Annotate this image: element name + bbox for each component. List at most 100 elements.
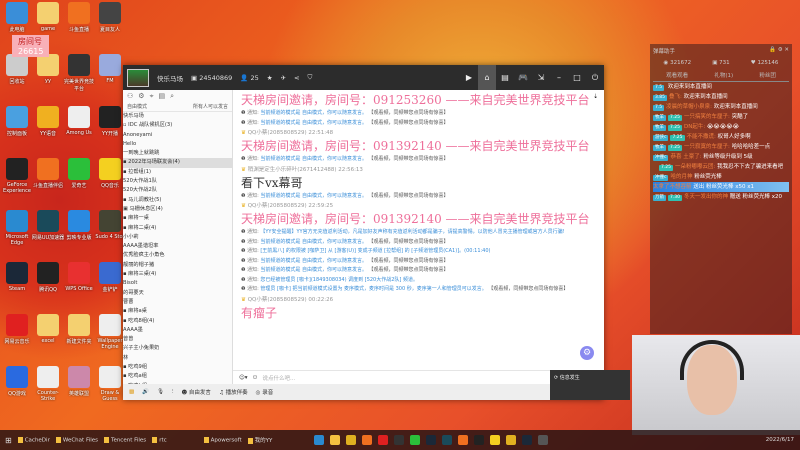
desktop-icon[interactable]: 剪映专业版 (62, 210, 96, 241)
channel-tree-item[interactable]: 林 (123, 354, 232, 363)
channel-tree-item[interactable]: 520大作战2队 (123, 186, 232, 195)
channel-tree-item[interactable]: 优秀脸疯主小角色 (123, 251, 232, 260)
record-button[interactable]: ◎ 录音 (256, 388, 274, 396)
translate-icon[interactable]: ⚇ (253, 375, 258, 381)
channel-tree-item[interactable]: 的哥要天 (123, 289, 232, 298)
panel-controls[interactable]: 🔒 ⚙ ✕ (769, 47, 789, 55)
desktop-icon[interactable]: Sudo 4 Stor (93, 210, 127, 240)
share-icon[interactable]: ⋖ (294, 74, 299, 82)
minimize-icon[interactable]: – (550, 73, 568, 82)
netease-icon[interactable] (378, 435, 389, 445)
tab-gifts[interactable]: 礼物(1) (714, 71, 733, 79)
yy-avatar-icon[interactable]: ▩ (129, 389, 134, 395)
free-speak-button[interactable]: ☻ 自由发言 (181, 388, 211, 396)
channel-tree-item[interactable]: 兴子主小兔果奶 (123, 344, 232, 353)
csgo-icon[interactable] (538, 435, 549, 445)
channel-tree-item[interactable]: ▪ 马儿调教社(5) (123, 196, 232, 205)
desktop-icon[interactable]: Draw & Guess (93, 366, 127, 402)
taskbar-folder-4[interactable]: Apowersoft (204, 437, 242, 443)
desktop-icon[interactable]: 网易云音乐 (0, 314, 34, 345)
desktop-icon[interactable]: game (31, 2, 65, 32)
notification-toast[interactable]: ⟳ 信息发生 (550, 370, 630, 400)
desktop-icon[interactable]: 斗鱼直播伴侣 (31, 158, 65, 189)
location-icon[interactable]: ⌖ (150, 92, 154, 100)
plane-icon[interactable]: ✈ (281, 74, 286, 82)
desktop-icon[interactable]: Steam (0, 262, 34, 292)
desktop-icon[interactable]: YY开播 (93, 106, 127, 137)
gamepad-icon[interactable]: 🎮 (514, 73, 532, 82)
channel-tree-item[interactable]: 曹曹 (123, 298, 232, 307)
channel-tree-item[interactable]: ▪ 吃鸡8组(4) (123, 317, 232, 326)
desktop-icon[interactable]: Microsoft Edge (0, 210, 34, 246)
channel-tree-item[interactable]: Anoneyami (123, 131, 232, 140)
channel-tree-item[interactable]: ▪ 2022年马场联友会(4) (123, 158, 232, 168)
channel-tree-item[interactable]: 靓丽的帽子猪 (123, 261, 232, 270)
user-icon[interactable]: ⚇ (127, 92, 133, 100)
home-icon[interactable]: ⌂ (478, 65, 496, 90)
channel-tree-item[interactable]: 小小莉 (123, 233, 232, 242)
desktop-icon[interactable]: FM (93, 54, 127, 84)
power-icon[interactable]: ⏻ (586, 73, 604, 83)
desktop-icon[interactable]: 控制面板 (0, 106, 34, 137)
channel-tree-item[interactable]: AAAA墨谐坦率 (123, 242, 232, 251)
desktop-icon[interactable]: 新建文件夹 (62, 314, 96, 345)
desktop-icon[interactable]: 回收站 (0, 54, 34, 85)
channel-tree-item[interactable]: ▣ 马栅休息区(4) (123, 205, 232, 214)
music-button[interactable]: ♫ 播放伴奏 (219, 388, 248, 396)
desktop-icon[interactable]: YY语音 (31, 106, 65, 137)
desktop-icon[interactable]: 完美世界竞技平台 (62, 54, 96, 92)
channel-tree-item[interactable]: ▪ 吃鸡9组 (123, 363, 232, 372)
start-button[interactable]: ⊞ (5, 436, 12, 445)
desktop-icon[interactable]: 爱奇艺 (62, 158, 96, 189)
qqmusic-icon[interactable] (490, 435, 501, 445)
yy2-icon[interactable] (506, 435, 517, 445)
desktop-icon[interactable]: 金铲铲 (93, 262, 127, 293)
desktop-icon[interactable]: 英雄联盟 (62, 366, 96, 397)
channel-tree-item[interactable]: Hello (123, 140, 232, 149)
settings-icon[interactable]: ⚙ (138, 92, 144, 100)
video-icon[interactable]: ▶ (460, 73, 478, 82)
tray-icon[interactable]: ⇲ (532, 73, 550, 82)
desktop-icon[interactable]: 斗鱼直播 (62, 2, 96, 33)
app-icon[interactable] (394, 435, 405, 445)
desktop-icon[interactable]: QQ游戏 (0, 366, 34, 397)
tab-watch[interactable]: 观看观看 (666, 71, 688, 79)
notes-icon[interactable]: ▤ (159, 92, 166, 100)
desktop-icon[interactable]: 此电脑 (0, 2, 34, 33)
channel-tree-item[interactable]: ▪ 麻将一桌 (123, 214, 232, 223)
channel-tree-item[interactable]: Bisolt (123, 279, 232, 288)
channel-tree-item[interactable]: 曾曾 (123, 335, 232, 344)
desktop-icon[interactable]: yy (31, 54, 65, 84)
scroll-down-icon[interactable]: ⇣ (593, 93, 598, 100)
desktop-icon[interactable]: excel (31, 314, 65, 344)
search-icon[interactable]: ⌕ (170, 92, 174, 100)
desktop-icon[interactable]: Counter-Strike (31, 366, 65, 402)
desktop-icon[interactable]: Wallpaper Engine (93, 314, 127, 350)
channel-tree-item[interactable]: 快乐马场 (123, 112, 232, 121)
mixer-icon[interactable]: ⫶ (172, 389, 173, 396)
taskbar-folder-0[interactable]: CacheDir (18, 437, 50, 443)
channel-tree-item[interactable]: ▪ 麻将二桌(4) (123, 224, 232, 233)
desktop-icon[interactable]: 夏目友人 (93, 2, 127, 33)
maximize-icon[interactable]: □ (568, 73, 586, 82)
obs-icon[interactable] (474, 435, 485, 445)
wechat-icon[interactable] (410, 435, 421, 445)
douyu-icon[interactable] (362, 435, 373, 445)
channel-tree-item[interactable]: ▪ 吃鸡a组 (123, 372, 232, 381)
channel-tree-item[interactable]: ▪ 麻将a桌 (123, 307, 232, 316)
channel-tree-item[interactable]: 520大作战1队 (123, 177, 232, 186)
taskbar-folder-3[interactable]: rtc (152, 437, 166, 443)
speaker-icon[interactable]: 🔊 (142, 389, 149, 395)
desktop-icon[interactable]: GeForce Experience (0, 158, 34, 194)
channel-tree-item[interactable]: ▫ IDC 战队候机区(3) (123, 121, 232, 130)
desktop-icon[interactable]: QQ音乐 (93, 158, 127, 189)
message-input[interactable]: 说点什么吧... (262, 374, 295, 382)
yy-icon[interactable] (346, 435, 357, 445)
list-icon[interactable]: ▤ (496, 73, 514, 82)
tab-fans[interactable]: 粉丝团 (759, 71, 776, 79)
channel-tree-item[interactable]: AAAA墨 (123, 326, 232, 335)
taskbar-folder-2[interactable]: Tencent Files (104, 437, 146, 443)
channel-tree-item[interactable]: ▪ 麻将三桌(4) (123, 270, 232, 279)
mic-icon[interactable]: 🎙 (157, 389, 164, 395)
taskbar-folder-1[interactable]: WeChat Files (56, 437, 98, 443)
